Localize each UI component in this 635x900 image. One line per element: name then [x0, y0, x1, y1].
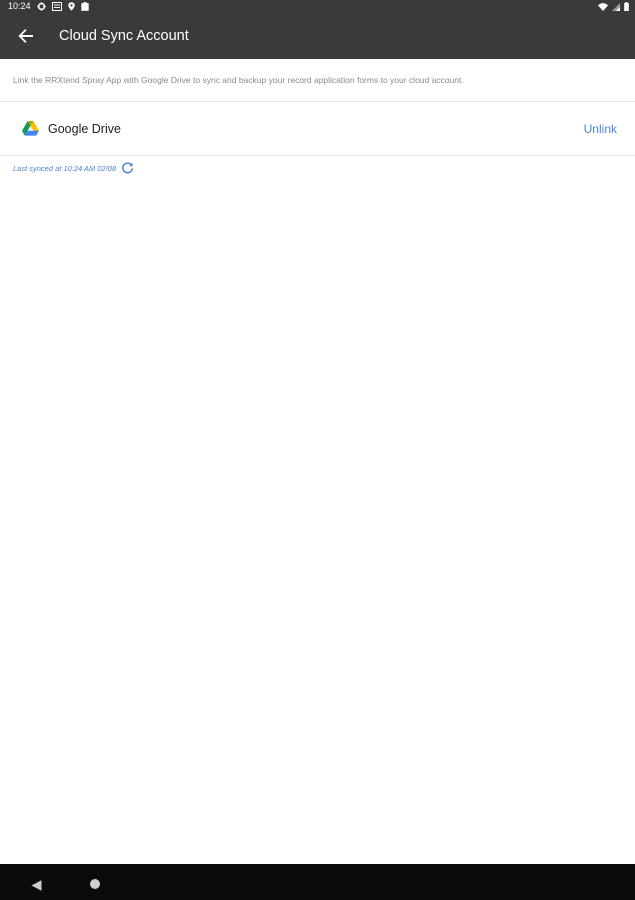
battery-icon	[624, 2, 629, 11]
last-synced-row: Last synced at 10:24 AM 02/08	[13, 161, 134, 175]
provider-name: Google Drive	[48, 121, 121, 136]
last-synced-text: Last synced at 10:24 AM 02/08	[13, 163, 117, 173]
system-nav-bar	[0, 864, 635, 900]
gear-icon	[36, 2, 46, 11]
status-right-group	[598, 2, 629, 11]
unlink-button[interactable]: Unlink	[580, 116, 621, 142]
document-icon	[51, 2, 62, 11]
page-title: Cloud Sync Account	[59, 28, 189, 44]
refresh-icon[interactable]	[121, 161, 134, 175]
wifi-icon	[598, 2, 608, 11]
back-triangle-icon[interactable]	[31, 878, 42, 896]
app-bar: Cloud Sync Account	[0, 13, 635, 59]
google-drive-icon	[22, 121, 39, 136]
account-row-google-drive: Google Drive Unlink	[0, 102, 635, 155]
back-button[interactable]	[0, 13, 52, 59]
status-time: 10:24	[8, 1, 31, 11]
arrow-left-icon	[18, 28, 34, 44]
status-bar: 10:24	[0, 0, 635, 13]
sync-description: Link the RRXtend Spray App with Google D…	[13, 75, 464, 85]
location-icon	[67, 2, 75, 11]
signal-icon	[612, 2, 620, 11]
home-circle-icon[interactable]	[90, 879, 100, 889]
status-left-group: 10:24	[8, 0, 89, 13]
clipboard-icon	[80, 2, 89, 11]
divider	[0, 155, 635, 156]
